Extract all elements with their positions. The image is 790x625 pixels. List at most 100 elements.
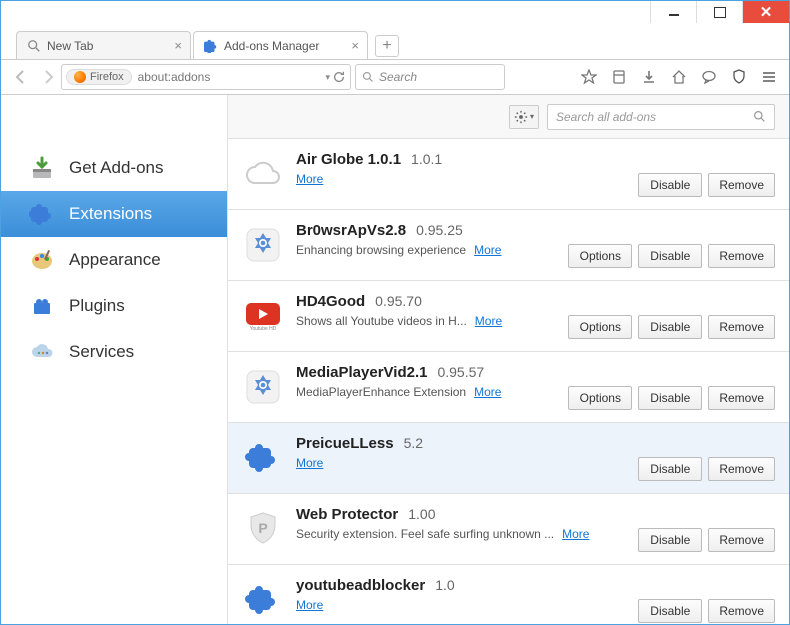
extension-actions: DisableRemove (638, 151, 775, 197)
disable-button[interactable]: Disable (638, 528, 702, 552)
extension-description: Security extension. Feel safe surfing un… (296, 527, 554, 541)
search-bar[interactable]: Search (355, 64, 505, 90)
window-close-button[interactable] (742, 1, 789, 23)
options-button[interactable]: Options (568, 315, 632, 339)
tab-label: Add-ons Manager (224, 39, 319, 53)
sidebar-item-label: Plugins (69, 296, 125, 316)
window-maximize-button[interactable] (696, 1, 742, 23)
chat-icon[interactable] (695, 63, 723, 91)
url-bar[interactable]: Firefox about:addons ▾ (61, 64, 351, 90)
more-link[interactable]: More (296, 456, 323, 470)
extension-version: 1.00 (408, 506, 435, 522)
remove-button[interactable]: Remove (708, 528, 775, 552)
sidebar-item-appearance[interactable]: Appearance (1, 237, 227, 283)
search-placeholder: Search (379, 70, 417, 84)
sidebar-item-extensions[interactable]: Extensions (1, 191, 227, 237)
tab-addons-manager[interactable]: Add-ons Manager × (193, 31, 368, 59)
svg-text:Youtube HD: Youtube HD (250, 326, 277, 331)
shield-icon: P (240, 506, 286, 552)
puzzle-icon (204, 39, 218, 53)
main-panel: ▾ Search all add-ons Air Globe 1.0.1 1.0.… (227, 95, 789, 624)
extensions-list: Air Globe 1.0.11.0.1MoreDisableRemoveBr0… (228, 139, 789, 624)
disable-button[interactable]: Disable (638, 173, 702, 197)
extension-name: Br0wsrApVs2.8 (296, 222, 406, 239)
more-link[interactable]: More (296, 172, 323, 186)
extension-name: youtubeadblocker (296, 577, 425, 594)
disable-button[interactable]: Disable (638, 244, 702, 268)
extension-row[interactable]: MediaPlayerVid2.10.95.57MediaPlayerEnhan… (228, 352, 789, 423)
extension-version: 1.0.1 (411, 151, 442, 167)
url-text: about:addons (138, 70, 211, 84)
options-button[interactable]: Options (568, 386, 632, 410)
extension-actions: DisableRemove (638, 506, 775, 552)
home-icon[interactable] (665, 63, 693, 91)
more-link[interactable]: More (296, 598, 323, 612)
dropdown-icon[interactable]: ▾ (325, 72, 330, 83)
appstore-icon (240, 222, 286, 268)
remove-button[interactable]: Remove (708, 173, 775, 197)
extension-actions: OptionsDisableRemove (568, 222, 775, 268)
back-button[interactable] (7, 63, 35, 91)
search-placeholder: Search all add-ons (556, 110, 656, 124)
lego-icon (29, 293, 55, 319)
remove-button[interactable]: Remove (708, 386, 775, 410)
library-icon[interactable] (605, 63, 633, 91)
extension-row[interactable]: youtubeadblocker1.0MoreDisableRemove (228, 565, 789, 624)
tab-close-icon[interactable]: × (174, 38, 182, 53)
search-icon (753, 110, 766, 123)
puzzle-icon (240, 577, 286, 623)
extension-actions: DisableRemove (638, 577, 775, 623)
extension-name: HD4Good (296, 293, 365, 310)
extension-row[interactable]: P Web Protector 1.00 Security extension. Fe… (228, 494, 789, 565)
disable-button[interactable]: Disable (638, 315, 702, 339)
firefox-identity-chip[interactable]: Firefox (66, 69, 132, 85)
firefox-chip-label: Firefox (90, 71, 124, 83)
sidebar-item-plugins[interactable]: Plugins (1, 283, 227, 329)
window-minimize-button[interactable] (650, 1, 696, 23)
extension-row[interactable]: Air Globe 1.0.1 1.0.1 More DisableRemove (228, 139, 789, 210)
extension-name: Air Globe 1.0.1 (296, 151, 401, 168)
appstore-icon (240, 364, 286, 410)
extension-description: Enhancing browsing experience (296, 243, 466, 257)
remove-button[interactable]: Remove (708, 457, 775, 481)
options-button[interactable]: Options (568, 244, 632, 268)
more-link[interactable]: More (474, 243, 501, 257)
more-link[interactable]: More (562, 527, 589, 541)
tab-label: New Tab (47, 39, 93, 53)
tab-close-icon[interactable]: × (351, 38, 359, 53)
extension-description: MediaPlayerEnhance Extension (296, 385, 466, 399)
tools-gear-button[interactable]: ▾ (509, 105, 539, 129)
sidebar-item-services[interactable]: Services (1, 329, 227, 375)
svg-text:P: P (258, 520, 267, 536)
shield-icon[interactable] (725, 63, 753, 91)
search-icon (27, 39, 41, 53)
addons-search-input[interactable]: Search all add-ons (547, 104, 775, 130)
sidebar-item-get-add-ons[interactable]: Get Add-ons (1, 145, 227, 191)
extension-row[interactable]: Br0wsrApVs2.80.95.25Enhancing browsing e… (228, 210, 789, 281)
remove-button[interactable]: Remove (708, 599, 775, 623)
extension-row[interactable]: Youtube HDHD4Good0.95.70Shows all Youtub… (228, 281, 789, 352)
menu-icon[interactable] (755, 63, 783, 91)
remove-button[interactable]: Remove (708, 315, 775, 339)
puzzle-icon (240, 435, 286, 481)
bookmark-star-icon[interactable] (575, 63, 603, 91)
tab-new-tab[interactable]: New Tab × (16, 31, 191, 59)
reload-icon[interactable] (332, 70, 346, 84)
new-tab-button[interactable]: + (375, 35, 399, 57)
extension-name: Web Protector (296, 506, 398, 523)
disable-button[interactable]: Disable (638, 386, 702, 410)
downloads-icon[interactable] (635, 63, 663, 91)
disable-button[interactable]: Disable (638, 457, 702, 481)
forward-button[interactable] (39, 63, 57, 91)
more-link[interactable]: More (475, 314, 502, 328)
disable-button[interactable]: Disable (638, 599, 702, 623)
addons-toolbar: ▾ Search all add-ons (228, 95, 789, 139)
extension-actions: OptionsDisableRemove (568, 364, 775, 410)
more-link[interactable]: More (474, 385, 501, 399)
sidebar: Get Add-ons ExtensionsAppearance Plugins Se… (1, 95, 227, 624)
extension-actions: DisableRemove (638, 435, 775, 481)
remove-button[interactable]: Remove (708, 244, 775, 268)
sidebar-item-label: Get Add-ons (69, 158, 164, 178)
window-titlebar (1, 1, 789, 29)
extension-row[interactable]: PreicueLLess5.2MoreDisableRemove (228, 423, 789, 494)
